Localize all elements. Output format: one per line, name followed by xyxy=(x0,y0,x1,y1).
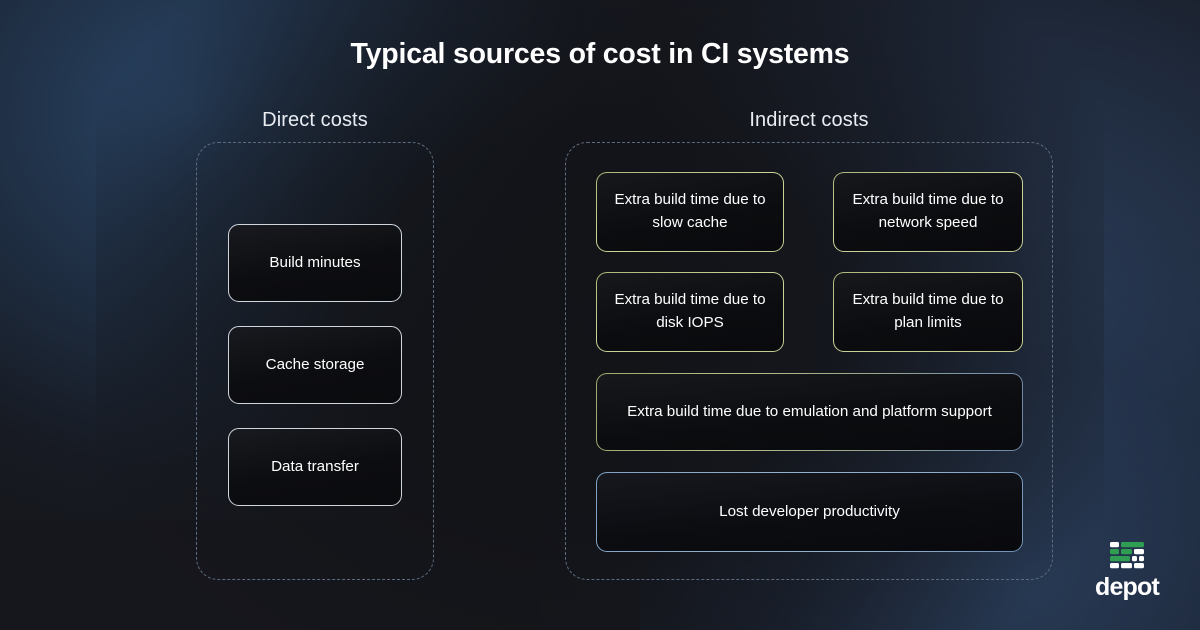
infographic-canvas: Typical sources of cost in CI systems Di… xyxy=(0,0,1200,630)
card-data-transfer: Data transfer xyxy=(228,428,402,506)
card-label: Extra build time due to emulation and pl… xyxy=(627,402,992,420)
card-emulation-platform-support: Extra build time due to emulation and pl… xyxy=(596,373,1023,451)
card-label: Build minutes xyxy=(269,253,361,271)
card-build-minutes: Build minutes xyxy=(228,224,402,302)
page-title: Typical sources of cost in CI systems xyxy=(350,38,850,70)
card-disk-iops: Extra build time due to disk IOPS xyxy=(596,272,784,352)
card-label: Data transfer xyxy=(271,457,359,475)
depot-logo: depot xyxy=(1089,541,1165,607)
card-label: Extra build time due to disk IOPS xyxy=(614,291,766,331)
depot-grid-icon xyxy=(1110,542,1144,569)
card-lost-developer-productivity: Lost developer productivity xyxy=(596,472,1023,552)
direct-costs-heading: Direct costs xyxy=(262,109,368,131)
card-label: Cache storage xyxy=(265,355,365,373)
card-slow-cache: Extra build time due to slow cache xyxy=(596,172,784,252)
card-label: Extra build time due to plan limits xyxy=(852,291,1004,331)
card-label: Extra build time due to network speed xyxy=(852,191,1004,231)
card-label: Extra build time due to slow cache xyxy=(614,191,766,231)
card-network-speed: Extra build time due to network speed xyxy=(833,172,1023,252)
card-label: Lost developer productivity xyxy=(719,502,900,520)
card-cache-storage: Cache storage xyxy=(228,326,402,404)
card-plan-limits: Extra build time due to plan limits xyxy=(833,272,1023,352)
depot-wordmark: depot xyxy=(1094,573,1160,601)
indirect-costs-heading: Indirect costs xyxy=(749,109,869,131)
